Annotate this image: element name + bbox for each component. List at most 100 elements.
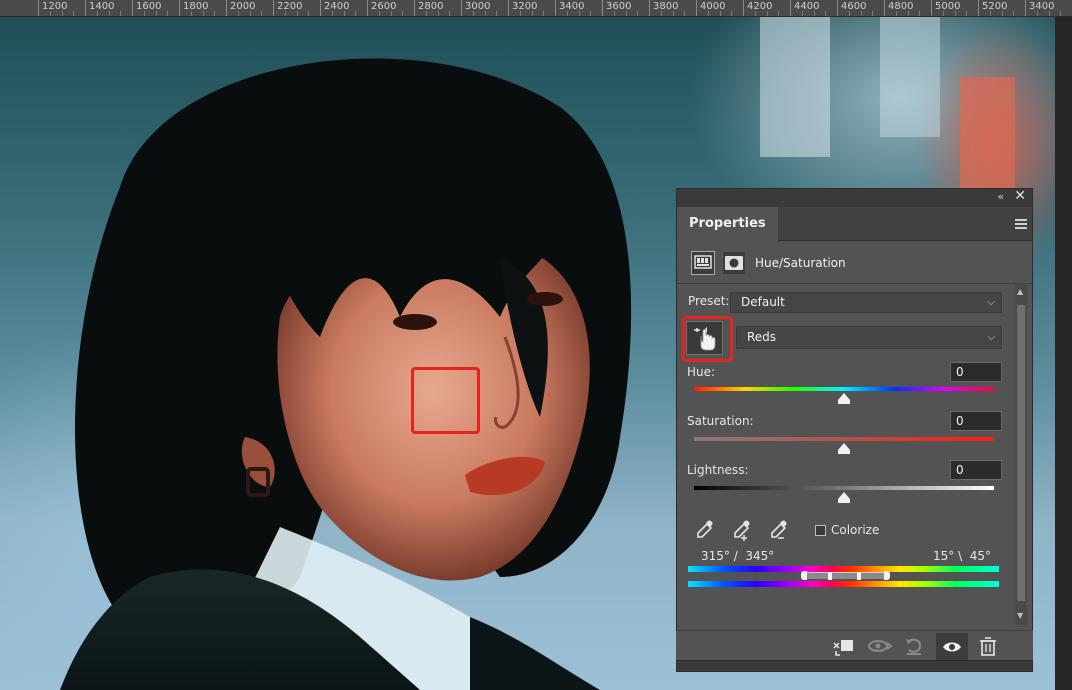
ruler-minor-tick <box>707 11 709 16</box>
ruler-minor-tick <box>719 11 721 16</box>
panel-tab-bar: Properties <box>677 207 1032 241</box>
scrollbar-thumb[interactable] <box>1017 305 1025 601</box>
sample-area-highlight <box>411 367 480 434</box>
clip-to-layer-icon[interactable] <box>828 633 860 660</box>
ruler-minor-tick <box>214 11 216 16</box>
ruler-tick-label: 3200 <box>512 1 538 12</box>
preset-label: Preset: <box>688 294 730 308</box>
ruler-minor-tick <box>49 11 51 16</box>
ruler-minor-tick <box>848 11 850 16</box>
ruler-minor-tick <box>237 11 239 16</box>
ruler-tick: 1800 <box>179 0 208 16</box>
range-handle-inner-right[interactable] <box>857 572 861 580</box>
ruler-minor-tick <box>425 11 427 16</box>
close-icon[interactable]: ✕ <box>1014 188 1026 204</box>
view-previous-icon[interactable] <box>864 633 896 660</box>
ruler-minor-tick <box>531 11 533 16</box>
ruler-tick: 5200 <box>978 0 1007 16</box>
ruler-tick-label: 4600 <box>841 1 867 12</box>
ruler-minor-tick <box>625 11 627 16</box>
eyedropper-subtract-icon[interactable] <box>768 517 790 541</box>
layer-mask-icon[interactable] <box>722 251 746 275</box>
ruler-tick-label: 3400 <box>1029 1 1055 12</box>
ruler-minor-tick <box>343 11 345 16</box>
trash-icon[interactable] <box>972 633 1004 660</box>
preset-dropdown[interactable]: Default ⌵ <box>730 292 1002 313</box>
ruler-tick-label: 4800 <box>888 1 914 12</box>
range-handle-right[interactable] <box>884 571 890 580</box>
panel-menu-icon[interactable] <box>1015 219 1027 229</box>
hue-slider-track[interactable] <box>694 387 994 391</box>
ruler-minor-tick <box>202 11 204 16</box>
channel-value: Reds <box>747 330 777 344</box>
ruler-minor-tick <box>249 11 251 16</box>
ruler-tick: 4400 <box>790 0 819 16</box>
range-handle-left[interactable] <box>801 571 807 580</box>
panel-scrollbar[interactable]: ▲ ▼ <box>1015 283 1027 625</box>
channel-dropdown[interactable]: Reds ⌵ <box>736 326 1002 349</box>
ruler-tick-label: 2800 <box>418 1 444 12</box>
ruler-minor-tick <box>919 11 921 16</box>
ruler-minor-tick <box>449 11 451 16</box>
ruler-tick: 4200 <box>743 0 772 16</box>
hue-input[interactable]: 0 <box>950 362 1002 382</box>
ruler-tick: 3000 <box>461 0 490 16</box>
range-left-readout: 315° / 345° <box>701 549 775 563</box>
ruler-tick: 1400 <box>85 0 114 16</box>
tab-properties[interactable]: Properties <box>677 207 778 241</box>
ruler-tick-label: 2200 <box>277 1 303 12</box>
panel-bottom-edge <box>676 660 1033 672</box>
ruler-tick: 4800 <box>884 0 913 16</box>
ruler-minor-tick <box>766 11 768 16</box>
color-range-selector[interactable] <box>806 572 886 579</box>
saturation-input[interactable]: 0 <box>950 411 1002 431</box>
ruler-minor-tick <box>155 11 157 16</box>
eyedropper-icon[interactable] <box>694 517 716 541</box>
range-handle-inner-left[interactable] <box>828 572 832 580</box>
ruler-minor-tick <box>566 11 568 16</box>
ruler-minor-tick <box>61 11 63 16</box>
ruler-tick-label: 4400 <box>794 1 820 12</box>
lightness-slider-track[interactable] <box>694 486 994 490</box>
eyedropper-add-icon[interactable] <box>731 517 753 541</box>
ruler-tick-label: 2000 <box>230 1 256 12</box>
adjustment-layer-icon[interactable] <box>691 251 715 275</box>
colorize-checkbox[interactable] <box>815 525 826 536</box>
ruler-minor-tick <box>296 11 298 16</box>
ruler-tick: 3600 <box>602 0 631 16</box>
colorize-label: Colorize <box>831 523 880 537</box>
ruler-tick-label: 3000 <box>465 1 491 12</box>
chevron-down-icon: ⌵ <box>987 297 995 308</box>
ruler-minor-tick <box>355 11 357 16</box>
ruler-tick-label: 3800 <box>653 1 679 12</box>
ruler-tick: 1600 <box>132 0 161 16</box>
scroll-down-icon[interactable]: ▼ <box>1017 611 1023 620</box>
ruler-minor-tick <box>284 11 286 16</box>
horizontal-ruler: 1200 1400 1600 1800 2000 2200 2400 2600 2800 3000… <box>0 0 1072 17</box>
ruler-tick: 3400 <box>1025 0 1054 16</box>
ruler-minor-tick <box>684 11 686 16</box>
reset-icon[interactable] <box>898 633 930 660</box>
divider <box>677 283 1032 284</box>
lightness-input[interactable]: 0 <box>950 460 1002 480</box>
ruler-minor-tick <box>895 11 897 16</box>
ruler-minor-tick <box>860 11 862 16</box>
adjustment-title: Hue/Saturation <box>755 256 846 270</box>
ruler-minor-tick <box>778 11 780 16</box>
scroll-up-icon[interactable]: ▲ <box>1017 287 1023 296</box>
visibility-toggle-button[interactable] <box>936 633 968 660</box>
ruler-minor-tick <box>519 11 521 16</box>
ruler-minor-tick <box>660 11 662 16</box>
ruler-minor-tick <box>108 11 110 16</box>
preset-value: Default <box>741 295 785 309</box>
ruler-minor-tick <box>754 11 756 16</box>
ruler-minor-tick <box>907 11 909 16</box>
saturation-slider-track[interactable] <box>694 437 994 441</box>
saturation-label: Saturation: <box>687 414 754 428</box>
ruler-minor-tick <box>543 11 545 16</box>
ruler-minor-tick <box>801 11 803 16</box>
ruler-tick-label: 2400 <box>324 1 350 12</box>
ruler-tick: 2600 <box>367 0 396 16</box>
ruler-tick-label: 4200 <box>747 1 773 12</box>
collapse-icon[interactable]: « <box>997 190 1004 203</box>
